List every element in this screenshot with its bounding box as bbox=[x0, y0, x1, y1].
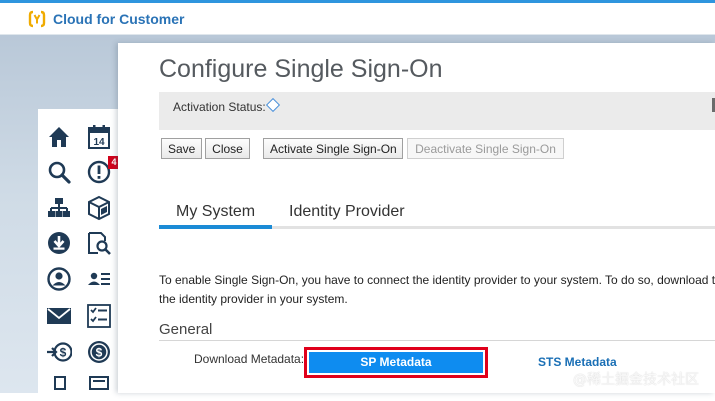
general-section-title: General bbox=[159, 321, 213, 338]
general-section-divider bbox=[159, 340, 715, 341]
cube-icon[interactable] bbox=[86, 195, 112, 221]
intro-text: To enable Single Sign-On, you have to co… bbox=[159, 271, 715, 309]
search-icon[interactable] bbox=[46, 159, 72, 185]
tab-identity-provider[interactable]: Identity Provider bbox=[289, 203, 405, 221]
download-icon[interactable] bbox=[46, 230, 72, 256]
sap-logo-icon bbox=[28, 10, 46, 28]
activate-sso-button[interactable]: Activate Single Sign-On bbox=[263, 138, 403, 159]
save-button[interactable]: Save bbox=[161, 138, 202, 159]
deactivate-sso-button[interactable]: Deactivate Single Sign-On bbox=[407, 138, 564, 159]
intro-line-1: To enable Single Sign-On, you have to co… bbox=[159, 273, 715, 287]
watermark: @稀土掘金技术社区 bbox=[573, 372, 699, 388]
account-icon[interactable] bbox=[46, 266, 72, 292]
active-tab-indicator bbox=[159, 225, 272, 229]
checklist-icon[interactable] bbox=[86, 303, 112, 329]
payment-arrow-icon[interactable]: $ bbox=[46, 339, 72, 365]
app-header: Cloud for Customer bbox=[0, 3, 715, 35]
svg-text:$: $ bbox=[60, 346, 67, 360]
more-nav-icon[interactable] bbox=[46, 375, 72, 401]
calendar-icon[interactable]: 14 bbox=[86, 124, 112, 150]
intro-line-2: the identity provider in your system. bbox=[159, 292, 348, 306]
email-icon[interactable] bbox=[46, 303, 72, 329]
configure-sso-panel: Configure Single Sign-On Activation Stat… bbox=[118, 43, 715, 393]
svg-text:$: $ bbox=[96, 346, 103, 360]
status-diamond-icon bbox=[265, 97, 281, 113]
search-document-icon[interactable] bbox=[86, 230, 112, 256]
close-button[interactable]: Close bbox=[205, 138, 250, 159]
page-title: Configure Single Sign-On bbox=[159, 55, 443, 83]
sts-metadata-link[interactable]: STS Metadata bbox=[538, 355, 617, 369]
calendar-day-label: 14 bbox=[93, 137, 105, 148]
home-icon[interactable] bbox=[46, 124, 72, 150]
more-nav-icon-2[interactable] bbox=[86, 375, 112, 401]
contacts-list-icon[interactable] bbox=[86, 266, 112, 292]
sp-metadata-button[interactable]: SP Metadata bbox=[309, 352, 483, 373]
tab-my-system[interactable]: My System bbox=[176, 203, 255, 221]
activation-status-bar: Activation Status: bbox=[159, 92, 715, 130]
download-metadata-label: Download Metadata: bbox=[194, 352, 305, 366]
org-chart-icon[interactable] bbox=[46, 195, 72, 221]
activation-status-label: Activation Status: bbox=[173, 100, 266, 114]
currency-icon[interactable]: $ bbox=[86, 339, 112, 365]
app-title: Cloud for Customer bbox=[53, 11, 185, 27]
